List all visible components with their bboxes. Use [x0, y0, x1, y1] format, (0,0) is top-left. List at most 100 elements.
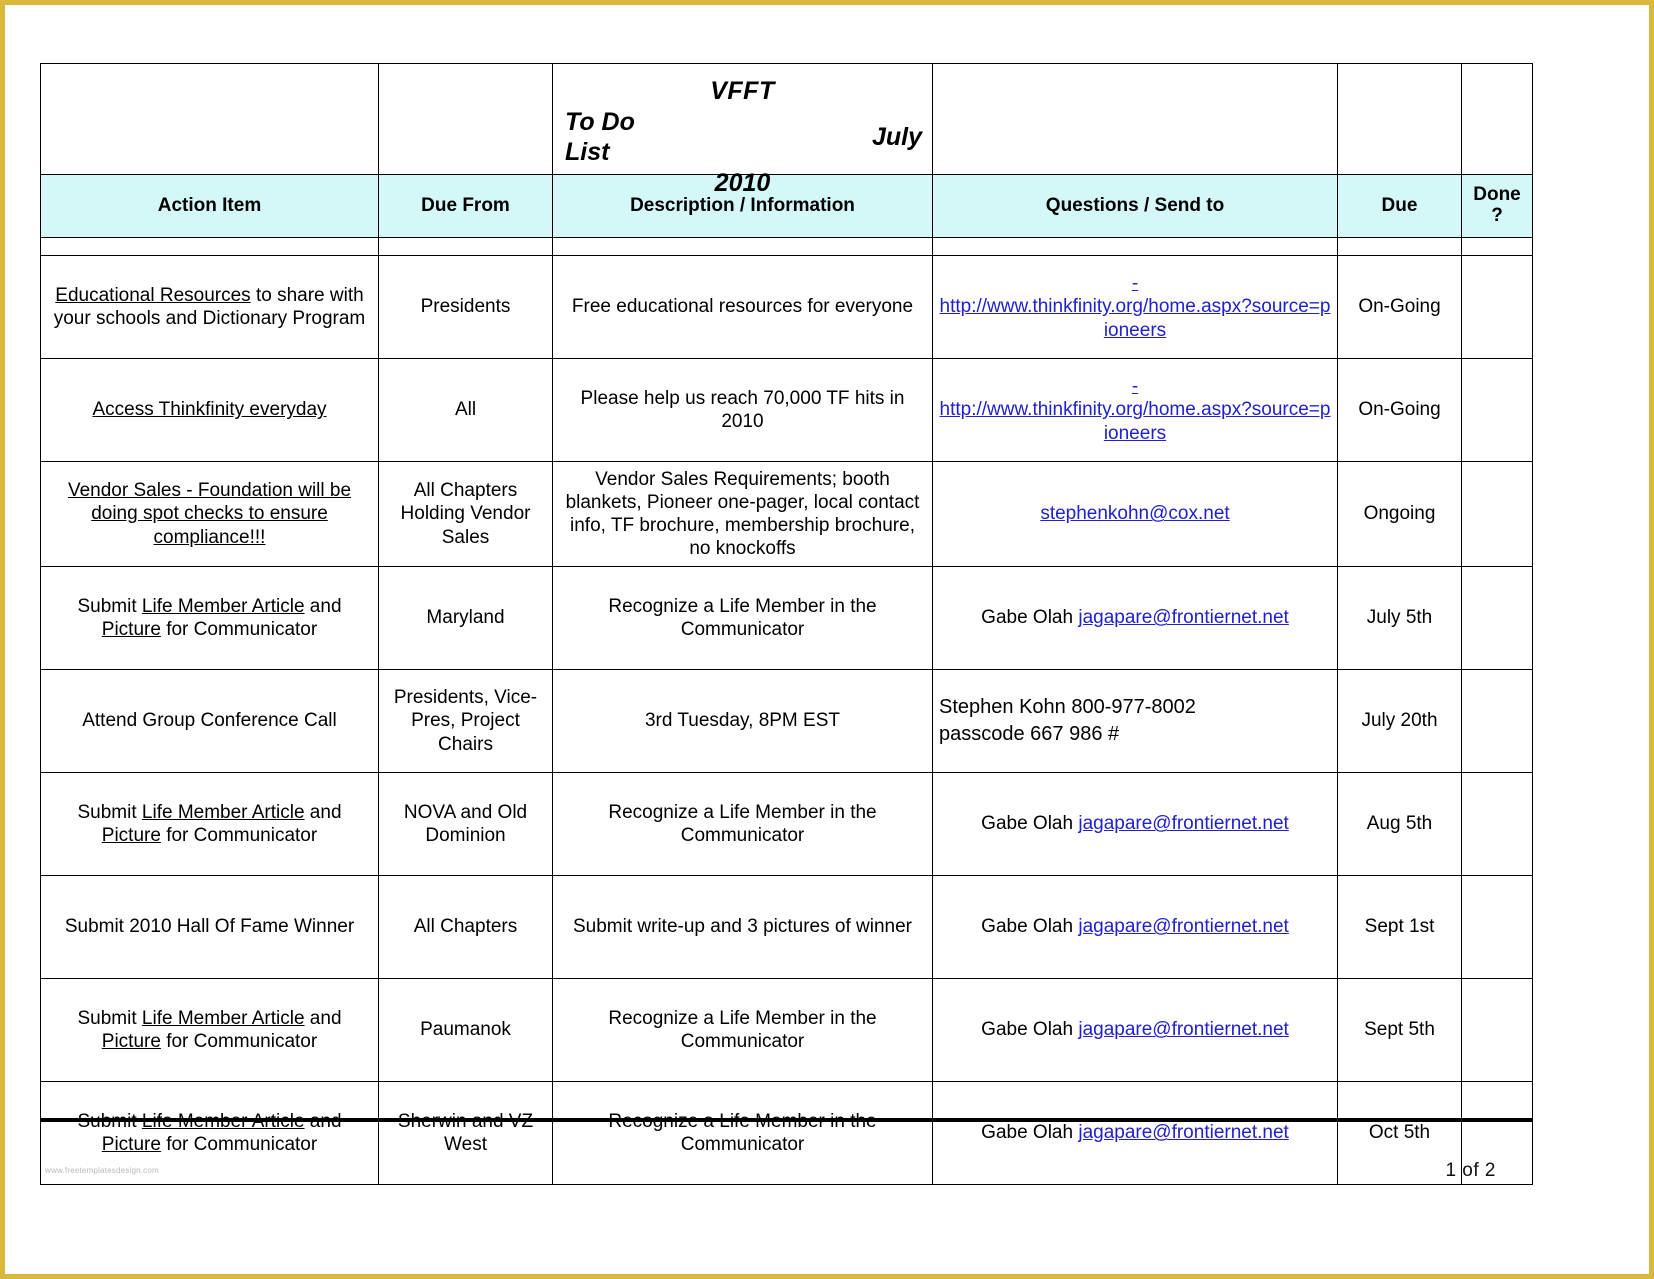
table-row: Submit Life Member Article and Picture f… — [40, 978, 1533, 1082]
action-post-text: for Communicator — [160, 1134, 318, 1155]
cell-description: Free educational resources for everyone — [552, 255, 933, 359]
action-link-text: Educational Resources — [55, 284, 251, 306]
contact-name: Gabe Olah — [981, 813, 1079, 835]
cell-done-checkbox[interactable] — [1461, 772, 1533, 876]
cell-due: On-Going — [1337, 255, 1462, 359]
cell-due-from: Sherwin and VZ West — [378, 1081, 553, 1185]
action-pre-text: Submit — [77, 595, 142, 617]
cell-done-checkbox[interactable] — [1461, 461, 1533, 567]
cell-due-from: All Chapters — [378, 875, 553, 979]
title-blank-6 — [1461, 63, 1533, 175]
gabe-olah-email-link[interactable]: jagapare@frontiernet.net — [1078, 1122, 1288, 1143]
cell-done-checkbox[interactable] — [1461, 255, 1533, 359]
cell-questions: Gabe Olah jagapare@frontiernet.net — [932, 875, 1338, 979]
cell-done-checkbox[interactable] — [1461, 358, 1533, 462]
action-link-text-2: Picture — [101, 1134, 161, 1155]
conference-host-line: Stephen Kohn 800-977-8002 — [939, 696, 1196, 718]
cell-due-from: Presidents, Vice-Pres, Project Chairs — [378, 669, 553, 773]
cell-questions: Gabe Olah jagapare@frontiernet.net — [932, 1081, 1338, 1185]
title-row: VFFT To Do List July 2010 — [40, 63, 1533, 197]
table-row: Submit Life Member Article and Picture f… — [40, 1081, 1533, 1185]
cell-description: Recognize a Life Member in the Communica… — [552, 772, 933, 876]
contact-name: Gabe Olah — [981, 607, 1079, 629]
gabe-olah-email-link[interactable]: jagapare@frontiernet.net — [1078, 1019, 1288, 1040]
spacer-cell-3 — [552, 237, 933, 256]
contact-name: Gabe Olah — [981, 1122, 1079, 1144]
org-name: VFFT — [710, 77, 775, 105]
cell-action-item: Educational Resources to share with your… — [40, 255, 379, 359]
cell-description: Recognize a Life Member in the Communica… — [552, 566, 933, 670]
action-link-text: Access Thinkfinity everyday — [92, 399, 327, 421]
gabe-olah-email-link[interactable]: jagapare@frontiernet.net — [1078, 916, 1288, 937]
cell-questions: stephenkohn@cox.net — [932, 461, 1338, 567]
watermark-text: www.freetemplatesdesign.com — [45, 1166, 159, 1175]
action-mid-text: and — [304, 801, 342, 823]
page-number: 1 of 2 — [1445, 1160, 1496, 1181]
thinkfinity-link[interactable]: - http://www.thinkfinity.org/home.aspx?so… — [940, 376, 1331, 444]
title-blank-4 — [932, 63, 1338, 175]
cell-action-item: Vendor Sales - Foundation will be doing … — [40, 461, 379, 567]
cell-due: Oct 5th — [1337, 1081, 1462, 1185]
cell-done-checkbox[interactable] — [1461, 875, 1533, 979]
link-url-text: http://www.thinkfinity.org/home.aspx?sou… — [939, 399, 1331, 444]
action-pre-text: Submit — [77, 801, 142, 823]
gabe-olah-email-link[interactable]: jagapare@frontiernet.net — [1078, 813, 1288, 834]
action-link-text: Vendor Sales - Foundation will be doing … — [67, 480, 352, 548]
action-link-text-2: Picture — [101, 825, 161, 846]
title-blank-5 — [1337, 63, 1462, 175]
cell-description: Recognize a Life Member in the Communica… — [552, 1081, 933, 1185]
action-link-text-2: Picture — [101, 619, 161, 640]
table-row: Educational Resources to share with your… — [40, 255, 1533, 359]
spacer-cell-2 — [378, 237, 553, 256]
table-bottom-rule — [40, 1118, 1532, 1122]
cell-description: Submit write-up and 3 pictures of winner — [552, 875, 933, 979]
title-blank-left — [40, 63, 379, 175]
action-link-text-2: Picture — [101, 1031, 161, 1052]
document-title-cell: VFFT To Do List July 2010 — [552, 63, 933, 197]
spacer-cell-5 — [1337, 237, 1462, 256]
action-post-text: for Communicator — [160, 1031, 318, 1052]
link-lead-dash: - — [1131, 375, 1139, 397]
cell-action-item: Attend Group Conference Call — [40, 669, 379, 773]
table-row: Submit 2010 Hall Of Fame Winner All Chap… — [40, 875, 1533, 979]
cell-due-from: Presidents — [378, 255, 553, 359]
cell-due-from: Paumanok — [378, 978, 553, 1082]
cell-due: Ongoing — [1337, 461, 1462, 567]
page-title: To Do List — [565, 107, 635, 167]
spacer-cell-1 — [40, 237, 379, 256]
title-blank-2 — [378, 63, 553, 175]
cell-action-item: Submit Life Member Article and Picture f… — [40, 978, 379, 1082]
gabe-olah-email-link[interactable]: jagapare@frontiernet.net — [1078, 607, 1288, 628]
table-row: Access Thinkfinity everyday All Please h… — [40, 358, 1533, 462]
cell-due: On-Going — [1337, 358, 1462, 462]
todo-list-sheet: VFFT To Do List July 2010 Action Item Du… — [40, 63, 1533, 1185]
title-month: July — [871, 122, 922, 151]
cell-done-checkbox[interactable] — [1461, 978, 1533, 1082]
title-year: 2010 — [714, 168, 771, 197]
cell-done-checkbox[interactable] — [1461, 566, 1533, 670]
spacer-cell-4 — [932, 237, 1338, 256]
cell-due-from: Maryland — [378, 566, 553, 670]
cell-action-item: Submit Life Member Article and Picture f… — [40, 566, 379, 670]
cell-action-item: Submit Life Member Article and Picture f… — [40, 772, 379, 876]
cell-due: July 5th — [1337, 566, 1462, 670]
action-post-text: for Communicator — [160, 825, 318, 846]
table-row: Submit Life Member Article and Picture f… — [40, 772, 1533, 876]
thinkfinity-link[interactable]: - http://www.thinkfinity.org/home.aspx?so… — [940, 273, 1331, 341]
col-header-questions: Questions / Send to — [932, 174, 1338, 238]
action-mid-text: and — [304, 595, 342, 617]
col-header-due: Due — [1337, 174, 1462, 238]
cell-description: Vendor Sales Requirements; booth blanket… — [552, 461, 933, 567]
cell-description: Recognize a Life Member in the Communica… — [552, 978, 933, 1082]
table-row: Submit Life Member Article and Picture f… — [40, 566, 1533, 670]
stephen-kohn-email-link[interactable]: stephenkohn@cox.net — [1040, 503, 1229, 524]
cell-due: Sept 5th — [1337, 978, 1462, 1082]
action-link-text: Life Member Article — [141, 1007, 305, 1029]
conference-passcode-line: passcode 667 986 # — [939, 723, 1120, 745]
table-row: Attend Group Conference Call Presidents,… — [40, 669, 1533, 773]
cell-done-checkbox[interactable] — [1461, 669, 1533, 773]
cell-description: Please help us reach 70,000 TF hits in 2… — [552, 358, 933, 462]
cell-questions: - http://www.thinkfinity.org/home.aspx?so… — [932, 255, 1338, 359]
cell-questions: Gabe Olah jagapare@frontiernet.net — [932, 978, 1338, 1082]
cell-questions: Gabe Olah jagapare@frontiernet.net — [932, 566, 1338, 670]
